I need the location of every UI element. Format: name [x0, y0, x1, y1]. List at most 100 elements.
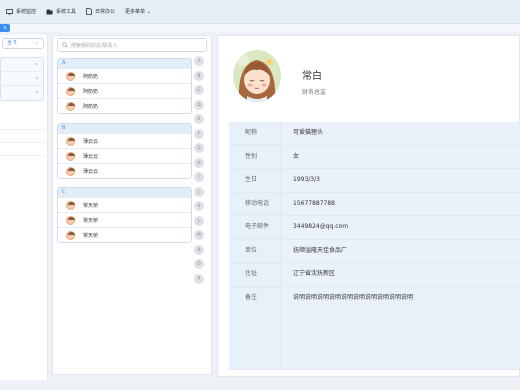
chevron-right-icon: ›: [35, 89, 38, 96]
index-letter[interactable]: H: [194, 157, 204, 168]
tag-bar: x: [0, 24, 520, 32]
field-value: 15677887788: [281, 192, 520, 215]
contact-name: 阿奶奶: [83, 103, 99, 110]
left-line: [0, 117, 46, 130]
field-value: 女: [281, 145, 520, 168]
index-letter[interactable]: O: [194, 259, 204, 269]
contact-name: 常天桥: [83, 202, 99, 209]
list-item[interactable]: 常天桥: [58, 212, 191, 227]
field-value: 3449824@qq.com: [281, 216, 520, 239]
profile-title: 财务总监: [302, 89, 327, 96]
index-letter[interactable]: A: [194, 56, 204, 66]
left-line: [0, 130, 46, 143]
index-letter[interactable]: B: [194, 70, 204, 81]
list-item[interactable]: 阿奶奶: [58, 83, 191, 98]
menu-system-tools[interactable]: 系统工具: [46, 8, 76, 15]
avatar: [66, 136, 75, 146]
tools-icon: [46, 9, 53, 14]
field-value: 辽宁省沈抚新区: [281, 263, 520, 286]
list-item[interactable]: 阿奶奶: [58, 68, 191, 83]
filter-select[interactable]: 全 5 ⌄: [2, 38, 44, 49]
profile-name: 常白: [302, 71, 322, 82]
left-line: [0, 143, 46, 156]
menu-system-monitor[interactable]: 系统监控: [6, 8, 36, 15]
index-letter[interactable]: C: [194, 85, 204, 95]
index-letter[interactable]: G: [194, 143, 204, 153]
contact-detail-panel: 常白 财务总监 昵称 可爱猫狸头 性别女 生日 1993/3/3 移动电话 15677…: [217, 35, 520, 377]
left-panel: 全 5 ⌄ › › ›: [0, 35, 48, 380]
contact-list-panel: 搜索我的好友/联系人 A 阿奶奶 阿奶奶 阿奶奶 B 薄云云 薄云云 薄云云 C…: [52, 35, 212, 375]
index-letter[interactable]: M: [194, 230, 204, 240]
menu-daily-office[interactable]: 日常办公: [86, 8, 115, 15]
search-placeholder: 搜索我的好友/联系人: [71, 42, 118, 49]
document-icon: [86, 8, 92, 15]
index-letter[interactable]: N: [194, 244, 204, 255]
field-label: 备注: [229, 286, 281, 369]
index-letter[interactable]: I: [194, 172, 204, 182]
menu-label: 系统监控: [16, 9, 37, 15]
group-header: C: [58, 188, 191, 197]
index-letter[interactable]: F: [194, 128, 204, 139]
chevron-right-icon: ›: [35, 61, 38, 68]
monitor-icon: [6, 8, 13, 14]
group-header: B: [58, 124, 191, 133]
table-row: 移动电话 15677887788: [229, 192, 520, 216]
group-header: A: [58, 59, 191, 68]
table-row: 电子邮件 3449824@qq.com: [229, 216, 520, 240]
contact-name: 薄云云: [83, 153, 99, 160]
menu-label: 日常办公: [95, 9, 116, 15]
contact-group-a: A 阿奶奶 阿奶奶 阿奶奶: [57, 58, 192, 114]
menu-label: 系统工具: [56, 9, 77, 15]
index-letter[interactable]: L: [194, 215, 204, 226]
contact-name: 常天桥: [83, 217, 99, 224]
field-value: 可爱猫狸头: [281, 122, 520, 145]
left-menu-item[interactable]: ›: [1, 72, 43, 86]
contact-name: 薄云云: [83, 168, 99, 175]
list-item[interactable]: 薄云云: [58, 163, 191, 178]
index-letter[interactable]: J: [194, 186, 204, 197]
search-input[interactable]: 搜索我的好友/联系人: [57, 38, 207, 52]
menu-label: 更多菜单 ⌄: [125, 9, 151, 15]
list-item[interactable]: 薄云云: [58, 148, 191, 163]
filter-select-value: 全 5: [7, 40, 17, 46]
table-row: 住址 辽宁省沈抚新区: [229, 263, 520, 287]
avatar: [66, 166, 75, 176]
table-row: 生日 1993/3/3: [229, 169, 520, 193]
left-lines: [0, 117, 46, 156]
left-menu-item[interactable]: ›: [1, 86, 43, 100]
field-value: 说明说明说明说明说明说明说明说明说明说明: [281, 286, 520, 369]
table-row: 昵称 可爱猫狸头: [229, 122, 520, 146]
index-letter[interactable]: P: [194, 273, 204, 284]
chevron-right-icon: ›: [35, 75, 38, 82]
list-item[interactable]: 常天桥: [58, 227, 191, 242]
contact-name: 阿奶奶: [83, 73, 99, 80]
menu-more[interactable]: 更多菜单 ⌄: [125, 8, 151, 15]
field-value: 抚顺溢隆天佳食品厂: [281, 239, 520, 262]
avatar: [66, 230, 75, 240]
list-item[interactable]: 薄云云: [58, 133, 191, 148]
index-letter[interactable]: E: [194, 114, 204, 124]
avatar: [66, 215, 75, 225]
list-item[interactable]: 阿奶奶: [58, 98, 191, 113]
index-letter[interactable]: K: [194, 201, 204, 211]
chevron-down-icon: ⌄: [34, 40, 39, 46]
close-tag-button[interactable]: x: [0, 24, 10, 32]
list-item[interactable]: 常天桥: [58, 197, 191, 212]
field-label: 电子邮件: [229, 216, 281, 239]
index-letter[interactable]: D: [194, 99, 204, 110]
contact-name: 阿奶奶: [83, 88, 99, 95]
contact-name: 常天桥: [83, 232, 99, 239]
field-label: 住址: [229, 263, 281, 286]
contact-name: 薄云云: [83, 138, 99, 145]
contact-group-c: C 常天桥 常天桥 常天桥: [57, 187, 192, 243]
field-label: 单位: [229, 239, 281, 262]
search-icon: [62, 42, 68, 48]
avatar: [66, 151, 75, 161]
field-value: 1993/3/3: [281, 169, 520, 192]
field-label: 生日: [229, 169, 281, 192]
table-row: 备注 说明说明说明说明说明说明说明说明说明说明: [229, 286, 520, 370]
left-menu-box: › › ›: [0, 57, 44, 101]
avatar: [66, 71, 75, 81]
field-label: 昵称: [229, 122, 281, 145]
left-menu-item[interactable]: ›: [1, 58, 43, 72]
